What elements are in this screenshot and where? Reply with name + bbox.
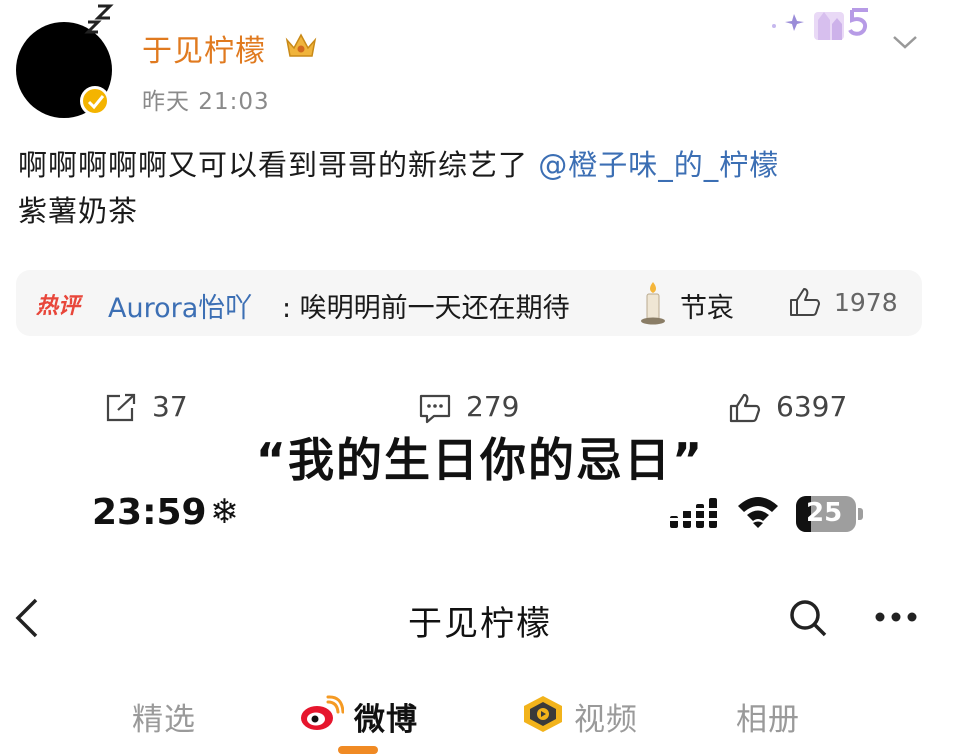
repost-icon [106,393,136,422]
verified-badge-icon [80,86,110,116]
hot-comment-tag: 热评 [36,294,81,319]
comment-icon [419,394,451,424]
repost-count: 37 [152,390,188,423]
tab-weibo[interactable]: 微博 [298,690,428,740]
post-text: 啊啊啊啊啊又可以看到哥哥的新综艺了 [18,148,539,182]
more-icon[interactable] [874,610,918,624]
post-action-bar: 37 279 6397 [0,388,960,428]
signal-icon [668,498,722,528]
tab-album[interactable]: 相册 [736,690,816,740]
weibo-logo-icon [301,695,344,730]
tab-label: 相册 [736,702,800,738]
wifi-icon [738,497,778,528]
weibo-post-card: 于见柠檬 昨天 21:03 啊啊啊啊啊又可以看到哥哥的新综艺了 @橙子味_的_柠… [0,0,960,424]
battery-level: 25 [806,498,843,528]
tab-label: 微博 [354,702,418,738]
hot-comment-author[interactable]: Aurora怡吖 [108,286,252,325]
post-text-tail: 紫薯奶茶 [18,194,139,228]
post-timestamp: 昨天 21:03 [142,89,270,115]
hot-comment-suffix: 节哀 [680,293,734,324]
post-author-name[interactable]: 于见柠檬 [142,26,266,70]
tab-label: 精选 [132,702,196,738]
comment-count: 279 [466,390,520,423]
like-button[interactable]: 6397 [728,388,858,428]
crown-icon [285,33,317,57]
search-icon[interactable] [788,598,828,638]
sleep-zzz-icon [84,4,114,34]
mention-link[interactable]: @橙子味_的_柠檬 [538,148,779,182]
battery-icon: 25 [796,496,864,532]
thumbs-up-icon [729,393,761,423]
video-badge-icon [524,696,562,732]
hot-comment[interactable]: 热评 Aurora怡吖 : 唉明明前一天还在期待 节哀 1978 [16,270,922,336]
thumbs-up-icon[interactable] [788,286,822,318]
snowflake-icon: ❄ [210,492,239,532]
hot-comment-text: : 唉明明前一天还在期待 [282,293,570,324]
tab-featured[interactable]: 精选 [132,690,212,740]
hot-comment-like-count: 1978 [834,288,898,317]
profile-tabs: 精选 微博 视频 相册 [0,690,960,756]
chevron-down-icon[interactable] [890,32,920,52]
decoration-sticker [772,8,868,40]
status-bar-time: 23:59 [92,492,207,533]
tab-video[interactable]: 视频 [520,690,650,740]
like-count: 6397 [776,390,848,423]
active-tab-indicator [338,746,378,754]
repost-button[interactable]: 37 [104,388,204,428]
headline-caption: “我的生日你的忌日” [255,433,705,487]
post-body: 啊啊啊啊啊又可以看到哥哥的新综艺了 @橙子味_的_柠檬 紫薯奶茶 [18,142,938,234]
candle-icon [641,282,665,325]
comment-button[interactable]: 279 [418,388,538,428]
tab-label: 视频 [574,702,638,738]
